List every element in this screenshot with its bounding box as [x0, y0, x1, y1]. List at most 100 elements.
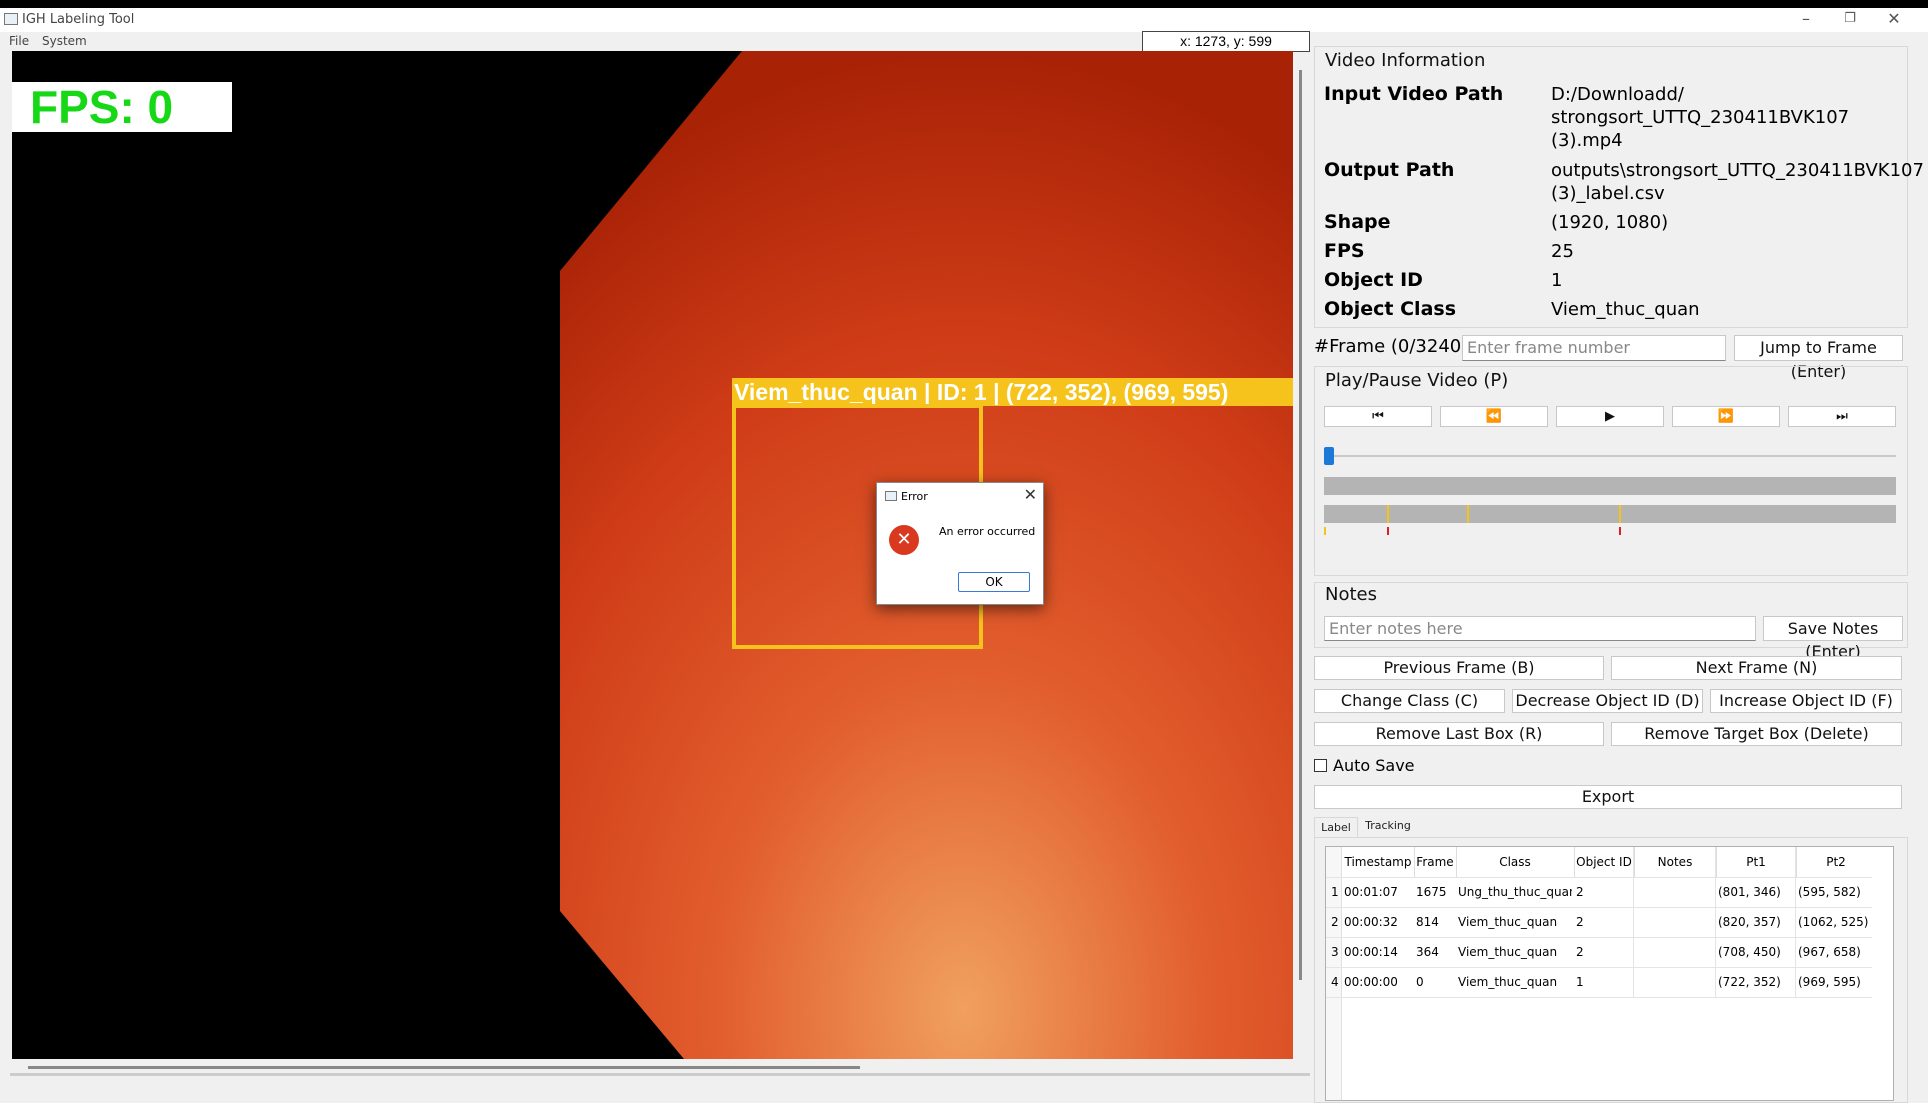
shape-value: (1920, 1080): [1551, 212, 1669, 233]
dialog-message: An error occurred: [939, 525, 1036, 538]
fast-forward-button[interactable]: ⏩: [1672, 406, 1780, 427]
jump-to-frame-button[interactable]: Jump to Frame (Enter): [1734, 335, 1903, 381]
column-header-object-id[interactable]: Object ID: [1574, 847, 1635, 877]
rewind-button[interactable]: ⏪: [1440, 406, 1548, 427]
remove-last-box-button[interactable]: Remove Last Box (R): [1314, 722, 1604, 746]
export-button[interactable]: Export: [1314, 785, 1902, 809]
cell-timestamp: 00:01:07: [1344, 885, 1398, 899]
timeline-tick: [1387, 527, 1389, 535]
column-header-class[interactable]: Class: [1456, 847, 1575, 877]
column-header-pt1[interactable]: Pt1: [1716, 847, 1797, 877]
canvas-bottom-border: [10, 1073, 1310, 1076]
notes-group: Notes Enter notes here Save Notes (Enter…: [1314, 582, 1908, 661]
frame-counter-label: #Frame (0/3240): [1314, 336, 1469, 357]
object-class-label: Object Class: [1324, 298, 1457, 320]
cell-pt2: (969, 595): [1798, 975, 1861, 989]
cell-object-id: 2: [1576, 915, 1584, 929]
menu-system[interactable]: System: [42, 34, 87, 48]
table-row[interactable]: 1 00:01:07 1675 Ung_thu_thuc_quan 2 (801…: [1326, 877, 1895, 907]
app-icon: [4, 13, 18, 25]
timeline-tick: [1619, 527, 1621, 535]
timeline-marker: [1619, 505, 1621, 523]
frame-slider-track[interactable]: [1324, 455, 1896, 457]
cell-frame: 814: [1416, 915, 1439, 929]
row-divider: [1326, 997, 1872, 998]
label-timeline-bar: [1324, 477, 1896, 495]
row-number: 1: [1331, 885, 1339, 899]
play-icon: ▶: [1605, 409, 1615, 424]
table-row[interactable]: 4 00:00:00 0 Viem_thuc_quan 1 (722, 352)…: [1326, 967, 1895, 997]
input-video-path-value: D:/Downloadd/ strongsort_UTTQ_230411BVK1…: [1551, 84, 1850, 151]
minimize-icon[interactable]: –: [1786, 9, 1826, 28]
fast-forward-icon: ⏩: [1717, 409, 1735, 424]
table-row[interactable]: 3 00:00:14 364 Viem_thuc_quan 2 (708, 45…: [1326, 937, 1895, 967]
table-row[interactable]: 2 00:00:32 814 Viem_thuc_quan 2 (820, 35…: [1326, 907, 1895, 937]
auto-save-label: Auto Save: [1333, 756, 1415, 775]
cell-object-id: 2: [1576, 945, 1584, 959]
cell-class: Viem_thuc_quan: [1458, 975, 1558, 989]
row-number: 3: [1331, 945, 1339, 959]
cell-pt1: (801, 346): [1718, 885, 1781, 899]
close-icon[interactable]: ✕: [1874, 9, 1914, 28]
cell-timestamp: 00:00:00: [1344, 975, 1398, 989]
cell-pt1: (820, 357): [1718, 915, 1781, 929]
column-header-frame[interactable]: Frame: [1414, 847, 1457, 877]
notes-input[interactable]: Enter notes here: [1324, 616, 1756, 641]
playback-title: Play/Pause Video (P): [1325, 370, 1509, 391]
cell-pt2: (595, 582): [1798, 885, 1861, 899]
column-header-notes[interactable]: Notes: [1634, 847, 1717, 877]
object-id-value: 1: [1551, 270, 1563, 291]
skip-to-end-icon: ⏭: [1836, 409, 1848, 424]
dialog-ok-button[interactable]: OK: [958, 572, 1030, 592]
side-panel: Video Information Input Video Path D:/Do…: [1314, 46, 1924, 1103]
skip-to-end-button[interactable]: ⏭: [1788, 406, 1896, 427]
fps-value: 25: [1551, 241, 1574, 262]
row-number: 2: [1331, 915, 1339, 929]
window-title: IGH Labeling Tool: [22, 12, 135, 27]
remove-target-box-button[interactable]: Remove Target Box (Delete): [1611, 722, 1902, 746]
cell-class: Ung_thu_thuc_quan: [1458, 885, 1572, 899]
video-canvas[interactable]: [12, 51, 1293, 1059]
cursor-coordinate-readout: x: 1273, y: 599: [1142, 31, 1310, 52]
cell-pt2: (1062, 525): [1798, 915, 1869, 929]
vertical-scrollbar[interactable]: [1299, 70, 1302, 980]
menu-file[interactable]: File: [9, 34, 29, 48]
error-icon: ✕: [889, 525, 919, 555]
skip-to-start-icon: ⏮: [1372, 409, 1384, 424]
title-bar: IGH Labeling Tool – ❐ ✕: [0, 8, 1928, 32]
rewind-icon: ⏪: [1485, 409, 1503, 424]
decrease-object-id-button[interactable]: Decrease Object ID (D): [1512, 689, 1703, 713]
cell-frame: 364: [1416, 945, 1439, 959]
column-header-pt2[interactable]: Pt2: [1796, 847, 1876, 877]
maximize-icon[interactable]: ❐: [1830, 11, 1870, 26]
horizontal-scrollbar[interactable]: [28, 1066, 860, 1069]
dialog-app-icon: [885, 491, 897, 501]
timeline-marker: [1387, 505, 1389, 523]
increase-object-id-button[interactable]: Increase Object ID (F): [1710, 689, 1902, 713]
cell-class: Viem_thuc_quan: [1458, 915, 1558, 929]
fps-overlay: FPS: 0: [12, 82, 232, 132]
video-frame: [12, 51, 1293, 1059]
auto-save-checkbox[interactable]: [1314, 759, 1327, 772]
cell-frame: 0: [1416, 975, 1424, 989]
skip-to-start-button[interactable]: ⏮: [1324, 406, 1432, 427]
cell-pt1: (722, 352): [1718, 975, 1781, 989]
video-information-group: Video Information Input Video Path D:/Do…: [1314, 46, 1924, 328]
object-id-label: Object ID: [1324, 269, 1423, 291]
next-frame-button[interactable]: Next Frame (N): [1611, 656, 1902, 680]
cell-pt1: (708, 450): [1718, 945, 1781, 959]
shape-label: Shape: [1324, 211, 1391, 233]
notes-title: Notes: [1325, 584, 1377, 605]
save-notes-button[interactable]: Save Notes (Enter): [1763, 616, 1903, 661]
column-header-timestamp[interactable]: Timestamp: [1342, 847, 1415, 877]
previous-frame-button[interactable]: Previous Frame (B): [1314, 656, 1604, 680]
dialog-close-icon[interactable]: ✕: [1024, 485, 1037, 504]
change-class-button[interactable]: Change Class (C): [1314, 689, 1505, 713]
tab-label[interactable]: Label: [1314, 817, 1358, 837]
frame-number-input[interactable]: Enter frame number: [1462, 335, 1726, 361]
play-button[interactable]: ▶: [1556, 406, 1664, 427]
cell-object-id: 1: [1576, 975, 1584, 989]
tab-tracking[interactable]: Tracking: [1358, 816, 1418, 836]
frame-slider-handle[interactable]: [1324, 447, 1334, 465]
input-video-path-label: Input Video Path: [1324, 83, 1504, 105]
